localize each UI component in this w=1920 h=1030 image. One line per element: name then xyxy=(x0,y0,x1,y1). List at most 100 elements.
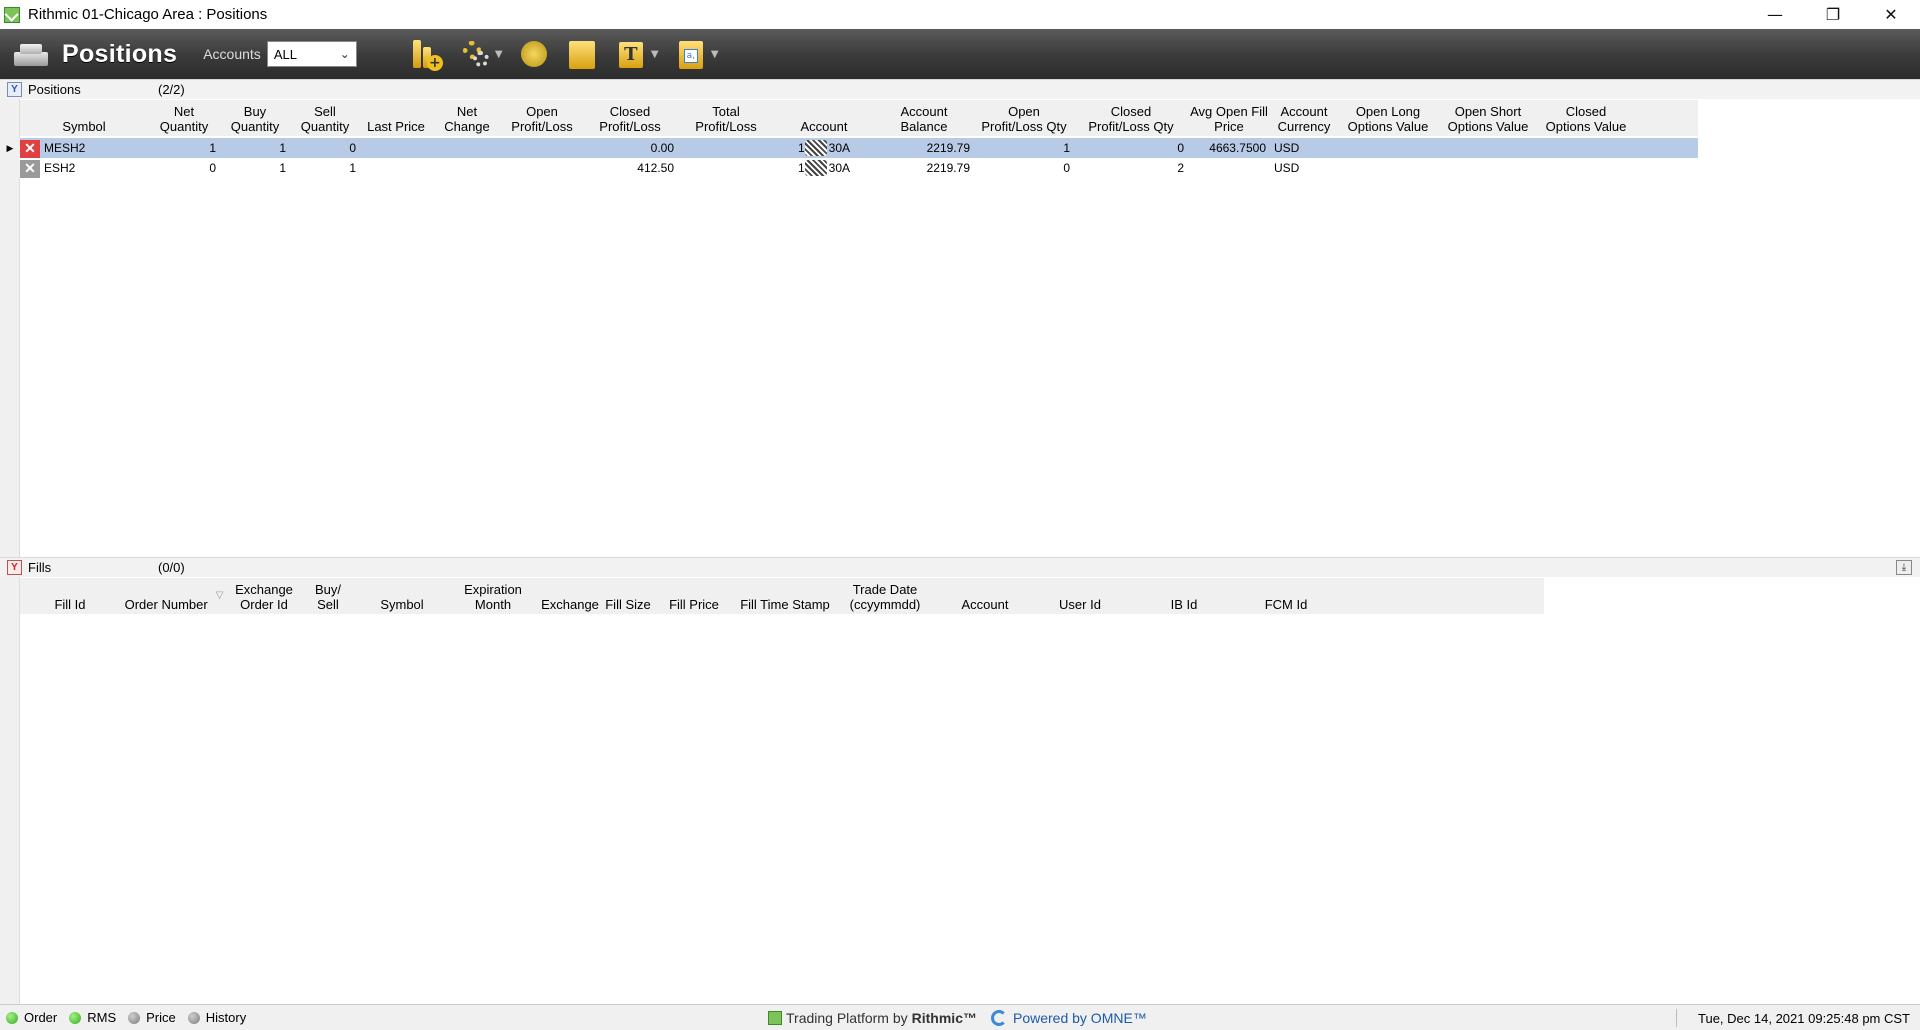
text-icon[interactable]: T xyxy=(613,37,647,71)
position-total-pl xyxy=(678,158,774,178)
status-history: History xyxy=(187,1010,246,1025)
fills-panel-title: Fills xyxy=(28,560,52,575)
positions-col-header[interactable]: Net Change xyxy=(432,100,502,136)
close-position-icon[interactable]: ✕ xyxy=(20,139,40,158)
position-last-price xyxy=(360,158,432,178)
fills-col-header[interactable]: Exchange xyxy=(538,578,602,614)
fills-collapse-icon[interactable]: ⤓ xyxy=(1896,560,1912,575)
fills-col-header[interactable]: FCM Id xyxy=(1244,578,1328,614)
positions-filter-icon[interactable]: Y xyxy=(7,82,22,97)
positions-panel-title: Positions xyxy=(28,82,81,97)
fills-col-header[interactable]: User Id xyxy=(1036,578,1124,614)
positions-col-header[interactable]: Closed Profit/Loss xyxy=(582,100,678,136)
positions-col-header[interactable]: Open Profit/Loss Qty xyxy=(974,100,1074,136)
position-sell-qty: 1 xyxy=(349,161,356,175)
close-button[interactable]: ✕ xyxy=(1862,0,1920,29)
position-avg-open-fill xyxy=(1188,158,1270,178)
position-sell-qty: 0 xyxy=(349,141,356,155)
fills-col-header[interactable]: Symbol xyxy=(356,578,448,614)
fills-col-header[interactable]: Trade Date (ccyymmdd) xyxy=(836,578,934,614)
fills-filter-icon[interactable]: Y xyxy=(7,560,22,575)
close-position-icon[interactable]: ✕ xyxy=(20,159,40,178)
fills-col-header[interactable]: Fill Price xyxy=(654,578,734,614)
status-order: Order xyxy=(6,1010,57,1025)
positions-col-header[interactable]: Account Currency xyxy=(1270,100,1338,136)
new-order-icon[interactable]: + xyxy=(409,37,443,71)
sort-indicator-icon: ▽ xyxy=(215,589,224,601)
row-pointer-icon xyxy=(0,158,20,178)
positions-panel-header: Y Positions (2/2) xyxy=(0,79,1920,99)
status-bar: Order RMS Price History Trading Platform by… xyxy=(0,1004,1920,1030)
positions-logo-icon xyxy=(12,38,52,70)
positions-col-header[interactable]: Account xyxy=(774,100,874,136)
order-settings-dropdown-icon[interactable]: ▼ xyxy=(495,49,505,60)
positions-col-header[interactable]: Net Quantity xyxy=(148,100,220,136)
position-net-qty: 0 xyxy=(209,161,216,175)
fills-col-header[interactable]: Exchange Order Id xyxy=(228,578,300,614)
fills-col-header-label: Symbol xyxy=(380,597,424,612)
account-suffix: 30A xyxy=(828,161,851,175)
status-datetime: Tue, Dec 14, 2021 09:25:48 pm CST xyxy=(1698,1010,1910,1026)
positions-col-header[interactable]: Avg Open Fill Price xyxy=(1188,100,1270,136)
position-symbol: ✕ ESH2 xyxy=(20,158,148,178)
folder-icon[interactable] xyxy=(565,37,599,71)
fills-row-header-strip xyxy=(0,577,20,1004)
positions-col-header[interactable]: Open Long Options Value xyxy=(1338,100,1438,136)
positions-row[interactable]: ✕ ESH2 0 1 1 412.50 1 30A 2219.79 0 2 USD xyxy=(0,158,1698,178)
platform-text: Trading Platform by xyxy=(786,1010,908,1026)
positions-col-header[interactable]: Open Profit/Loss xyxy=(502,100,582,136)
positions-col-header[interactable]: Buy Quantity xyxy=(220,100,290,136)
position-total-pl xyxy=(678,138,774,158)
positions-col-header[interactable]: Closed Options Value xyxy=(1538,100,1634,136)
window-controls: — ❐ ✕ xyxy=(1746,0,1920,29)
accounts-select[interactable]: ALL ⌄ xyxy=(266,41,357,67)
position-account-balance: 2219.79 xyxy=(926,161,970,175)
redacted-account-icon xyxy=(804,160,827,176)
fills-col-header[interactable]: Fill Time Stamp xyxy=(734,578,836,614)
positions-col-header[interactable]: Last Price xyxy=(360,100,432,136)
fills-col-header[interactable]: Fill Size xyxy=(602,578,654,614)
fills-col-header[interactable]: Order Number ▽ xyxy=(120,578,228,614)
positions-col-header[interactable]: Sell Quantity xyxy=(290,100,360,136)
fills-col-header[interactable]: Account xyxy=(934,578,1036,614)
position-closed-opt xyxy=(1538,158,1634,178)
positions-col-header[interactable]: Open Short Options Value xyxy=(1438,100,1538,136)
clipboard-dropdown-icon[interactable]: ▼ xyxy=(711,49,721,60)
fills-panel-header: Y Fills (0/0) ⤓ xyxy=(0,557,1920,577)
positions-col-header[interactable]: Symbol xyxy=(20,100,148,136)
positions-col-header[interactable]: Total Profit/Loss xyxy=(678,100,774,136)
position-closed-pl: 412.50 xyxy=(637,161,674,175)
accounts-label: Accounts xyxy=(203,46,261,62)
fills-col-header[interactable]: Buy/ Sell xyxy=(300,578,356,614)
account-suffix: 30A xyxy=(828,141,851,155)
fills-col-header[interactable]: Expiration Month xyxy=(448,578,538,614)
positions-col-header[interactable]: Closed Profit/Loss Qty xyxy=(1074,100,1188,136)
position-open-long-opt xyxy=(1338,158,1438,178)
status-label: Price xyxy=(146,1010,176,1025)
restore-button[interactable]: ❐ xyxy=(1804,0,1862,29)
text-dropdown-icon[interactable]: ▼ xyxy=(651,49,661,60)
fills-col-header-label: Fill Id xyxy=(54,597,86,612)
powered-by-text: Powered by OMNE™ xyxy=(1012,1010,1147,1026)
clipboard-icon[interactable]: a, xyxy=(673,37,707,71)
position-open-long-opt xyxy=(1338,138,1438,158)
fills-grid xyxy=(0,577,1920,1004)
money-icon[interactable] xyxy=(517,37,551,71)
position-closed-pl-qty: 0 xyxy=(1177,141,1184,155)
accounts-select-value: ALL xyxy=(273,46,297,62)
position-open-short-opt xyxy=(1438,138,1538,158)
rithmic-logo-icon xyxy=(768,1011,782,1025)
positions-row[interactable]: ▶ ✕ MESH2 1 1 0 0.00 1 30A 2219.79 1 0 4663.7500 USD xyxy=(0,138,1698,158)
order-settings-icon[interactable] xyxy=(457,37,491,71)
position-open-pl-qty: 0 xyxy=(1063,161,1070,175)
status-separator xyxy=(1676,1009,1677,1027)
status-indicator-icon xyxy=(187,1011,200,1024)
position-account: 1 30A xyxy=(774,138,874,158)
position-net-change xyxy=(432,158,502,178)
minimize-button[interactable]: — xyxy=(1746,0,1804,29)
position-closed-opt xyxy=(1538,138,1634,158)
fills-col-header[interactable]: Fill Id xyxy=(20,578,120,614)
positions-col-header[interactable]: Account Balance xyxy=(874,100,974,136)
fills-col-header[interactable]: IB Id xyxy=(1124,578,1244,614)
fills-col-header-label: Expiration Month xyxy=(464,582,522,612)
